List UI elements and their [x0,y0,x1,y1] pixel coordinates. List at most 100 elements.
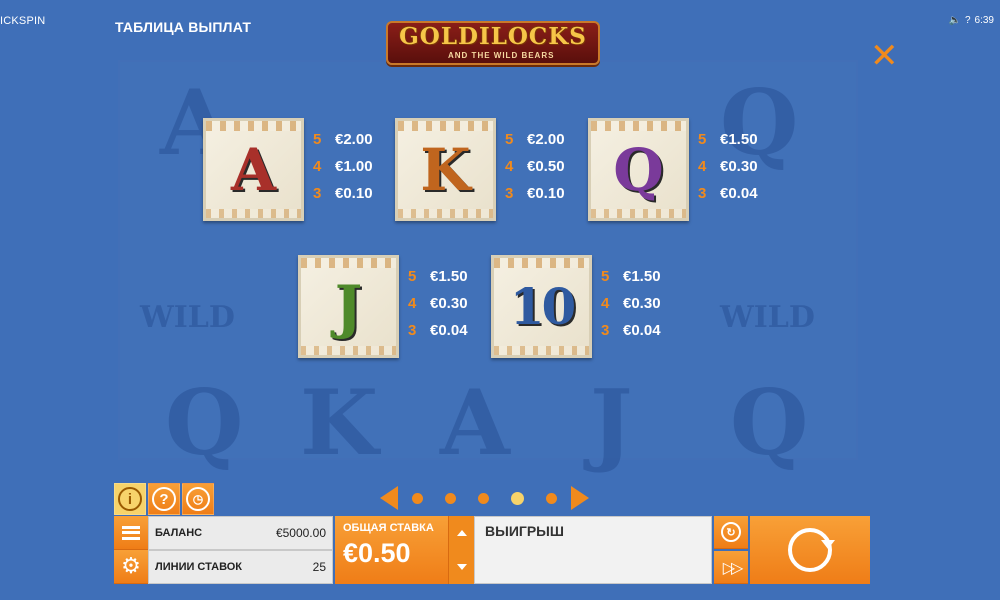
payout-count: 4 [698,158,707,175]
payout-row: 4 €0.30 [408,290,488,317]
payout-value: €2.00 [335,131,373,148]
payout-row: 5 €2.00 [313,126,393,153]
help-button[interactable]: ? [148,483,180,515]
payout-row: 4 €0.50 [505,153,585,180]
payout-count: 5 [408,268,417,285]
symbol-card-j: J [298,255,399,358]
help-icon: ? [152,487,176,511]
payout-value: €1.50 [430,268,468,285]
payout-value: €1.50 [623,268,661,285]
payout-value: €0.30 [720,158,758,175]
bet-lines-box: ЛИНИИ СТАВОК 25 [148,550,333,584]
payout-value: €0.04 [430,322,468,339]
payout-row: 3 €0.10 [505,180,585,207]
payout-row: 5 €1.50 [601,263,681,290]
clock: 6:39 [974,15,994,26]
settings-icon: ⚙ [121,553,141,579]
bet-lines-label: ЛИНИИ СТАВОК [155,561,243,573]
help-text[interactable]: ? [965,15,971,26]
page-dot[interactable] [511,491,524,505]
payout-value: €0.30 [430,295,468,312]
page-dot[interactable] [546,492,557,504]
bet-lines-value: 25 [312,560,326,574]
symbol-card-k: K [395,118,496,221]
symbol-card-q: Q [588,118,689,221]
pager [380,486,589,510]
payout-count: 5 [601,268,610,285]
bet-decrease-icon[interactable] [457,564,467,570]
payout-row: 5 €1.50 [408,263,488,290]
fast-forward-button[interactable]: ▷▷ [714,551,748,584]
payout-value: €0.50 [527,158,565,175]
payout-row: 3 €0.10 [313,180,393,207]
info-icon: i [118,487,142,511]
payout-list: 5 €1.50 4 €0.30 3 €0.04 [601,263,681,344]
page-dot[interactable] [445,492,456,504]
payout-count: 3 [313,185,322,202]
fast-forward-icon: ▷▷ [722,557,744,577]
payout-list: 5 €1.50 4 €0.30 3 €0.04 [698,126,778,207]
autoplay-button[interactable]: ↻ [714,516,748,549]
symbol-card-10: 10 [491,255,592,358]
bottom-control-bar: ⚙ БАЛАНС €5000.00 ЛИНИИ СТАВОК 25 ОБЩАЯ … [114,516,870,584]
next-page-icon[interactable] [571,486,589,510]
symbol-card-a: A [203,118,304,221]
symbol-glyph: Q [613,136,664,204]
autoplay-icon: ↻ [721,522,741,542]
spin-button[interactable] [750,516,870,584]
menu-button[interactable] [114,516,148,550]
payout-row: 5 €1.50 [698,126,778,153]
close-icon[interactable]: ✕ [870,39,899,73]
win-panel: ВЫИГРЫШ [474,516,712,584]
payout-row: 4 €0.30 [601,290,681,317]
payout-count: 5 [313,131,322,148]
balance-box: БАЛАНС €5000.00 [148,516,333,550]
speaker-icon[interactable]: 🔈 [949,15,961,26]
payout-value: €2.00 [527,131,565,148]
status-bar: 🔈 ? 6:39 [949,15,994,26]
settings-button[interactable]: ⚙ [114,550,148,584]
bet-increase-icon[interactable] [457,530,467,536]
payout-count: 4 [601,295,610,312]
page-dot[interactable] [412,492,423,504]
info-button[interactable]: i [114,483,146,515]
payout-value: €0.04 [623,322,661,339]
payout-value: €0.30 [623,295,661,312]
payout-row: 3 €0.04 [698,180,778,207]
previous-page-icon[interactable] [380,486,398,510]
symbol-glyph: J [334,273,363,341]
payout-count: 3 [698,185,707,202]
symbol-glyph: A [230,136,276,204]
symbol-glyph: K [420,136,471,204]
payout-value: €0.04 [720,185,758,202]
payout-value: €0.10 [527,185,565,202]
payout-count: 3 [601,322,610,339]
page-dots [401,491,568,505]
total-bet-value: €0.50 [343,538,411,568]
payout-list: 5 €1.50 4 €0.30 3 €0.04 [408,263,488,344]
payout-value: €0.10 [335,185,373,202]
page-dot[interactable] [478,492,489,504]
payout-count: 3 [408,322,417,339]
history-button[interactable]: ◷ [182,483,214,515]
total-bet-panel: ОБЩАЯ СТАВКА €0.50 [335,516,448,584]
payout-count: 4 [505,158,514,175]
payout-row: 4 €1.00 [313,153,393,180]
balance-label: БАЛАНС [155,527,203,539]
payout-list: 5 €2.00 4 €1.00 3 €0.10 [313,126,393,207]
balance-value: €5000.00 [275,526,326,540]
payout-row: 3 €0.04 [408,317,488,344]
bet-stepper [448,516,474,584]
symbol-glyph: 10 [509,277,577,336]
game-logo: GOLDILOCKS AND THE WILD BEARS [386,21,600,65]
logo-subtitle: AND THE WILD BEARS [448,51,555,60]
provider-brand: ICKSPIN [0,15,46,27]
menu-icon [122,525,140,540]
logo-title: GOLDILOCKS [399,23,587,50]
payout-row: 3 €0.04 [601,317,681,344]
total-bet-label: ОБЩАЯ СТАВКА [343,522,434,534]
win-label: ВЫИГРЫШ [485,523,564,539]
payout-value: €1.50 [720,131,758,148]
payout-count: 4 [408,295,417,312]
payout-count: 5 [698,131,707,148]
